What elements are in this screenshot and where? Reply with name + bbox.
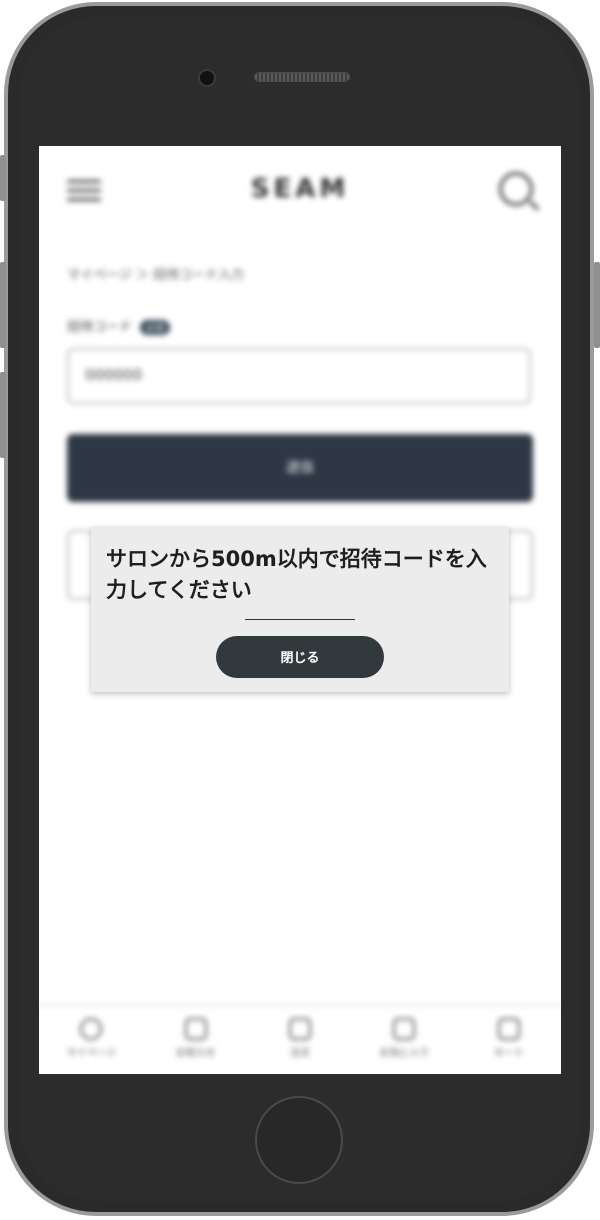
search-icon[interactable] [499, 172, 533, 206]
list-icon [289, 1018, 312, 1040]
required-badge: 必須 [140, 320, 171, 335]
dialog-divider [245, 619, 355, 620]
volume-up-button [0, 262, 6, 348]
earpiece-speaker [254, 72, 350, 82]
power-button [594, 262, 600, 348]
nav-label: お気に入り [379, 1048, 430, 1059]
nav-item-mypage[interactable]: マイページ [39, 1006, 143, 1074]
bell-icon [184, 1018, 207, 1040]
user-icon [80, 1018, 103, 1040]
nav-label: カート [493, 1048, 524, 1059]
breadcrumb: マイページ ＞ 招待コード入力 [67, 268, 245, 283]
alert-dialog: サロンから500m以内で招待コードを入力してください 閉じる [91, 528, 509, 692]
invite-code-label-text: 招待コード [67, 320, 133, 335]
heart-icon [393, 1018, 416, 1040]
nav-label: 注文 [290, 1048, 311, 1059]
nav-label: お知らせ [175, 1048, 216, 1059]
close-button[interactable]: 閉じる [216, 636, 384, 678]
bottom-navigation: マイページ お知らせ 注文 お気に入り カート [39, 1004, 561, 1074]
mute-switch [0, 155, 6, 201]
submit-button[interactable]: 送信 [67, 434, 533, 502]
nav-item-favorites[interactable]: お気に入り [352, 1006, 456, 1074]
phone-screen: SEAM マイページ ＞ 招待コード入力 招待コード 必須 000000 送信 マ… [39, 146, 561, 1074]
home-button[interactable] [255, 1096, 343, 1184]
nav-item-orders[interactable]: 注文 [248, 1006, 352, 1074]
volume-down-button [0, 372, 6, 458]
invite-code-input[interactable]: 000000 [67, 348, 531, 404]
dialog-message: サロンから500m以内で招待コードを入力してください [106, 547, 487, 602]
nav-item-notifications[interactable]: お知らせ [143, 1006, 247, 1074]
front-camera [198, 69, 216, 87]
nav-label: マイページ [66, 1048, 117, 1059]
app-logo: SEAM [250, 174, 350, 204]
nav-item-cart[interactable]: カート [457, 1006, 561, 1074]
invite-code-label: 招待コード 必須 [67, 316, 171, 335]
cart-icon [497, 1018, 520, 1040]
